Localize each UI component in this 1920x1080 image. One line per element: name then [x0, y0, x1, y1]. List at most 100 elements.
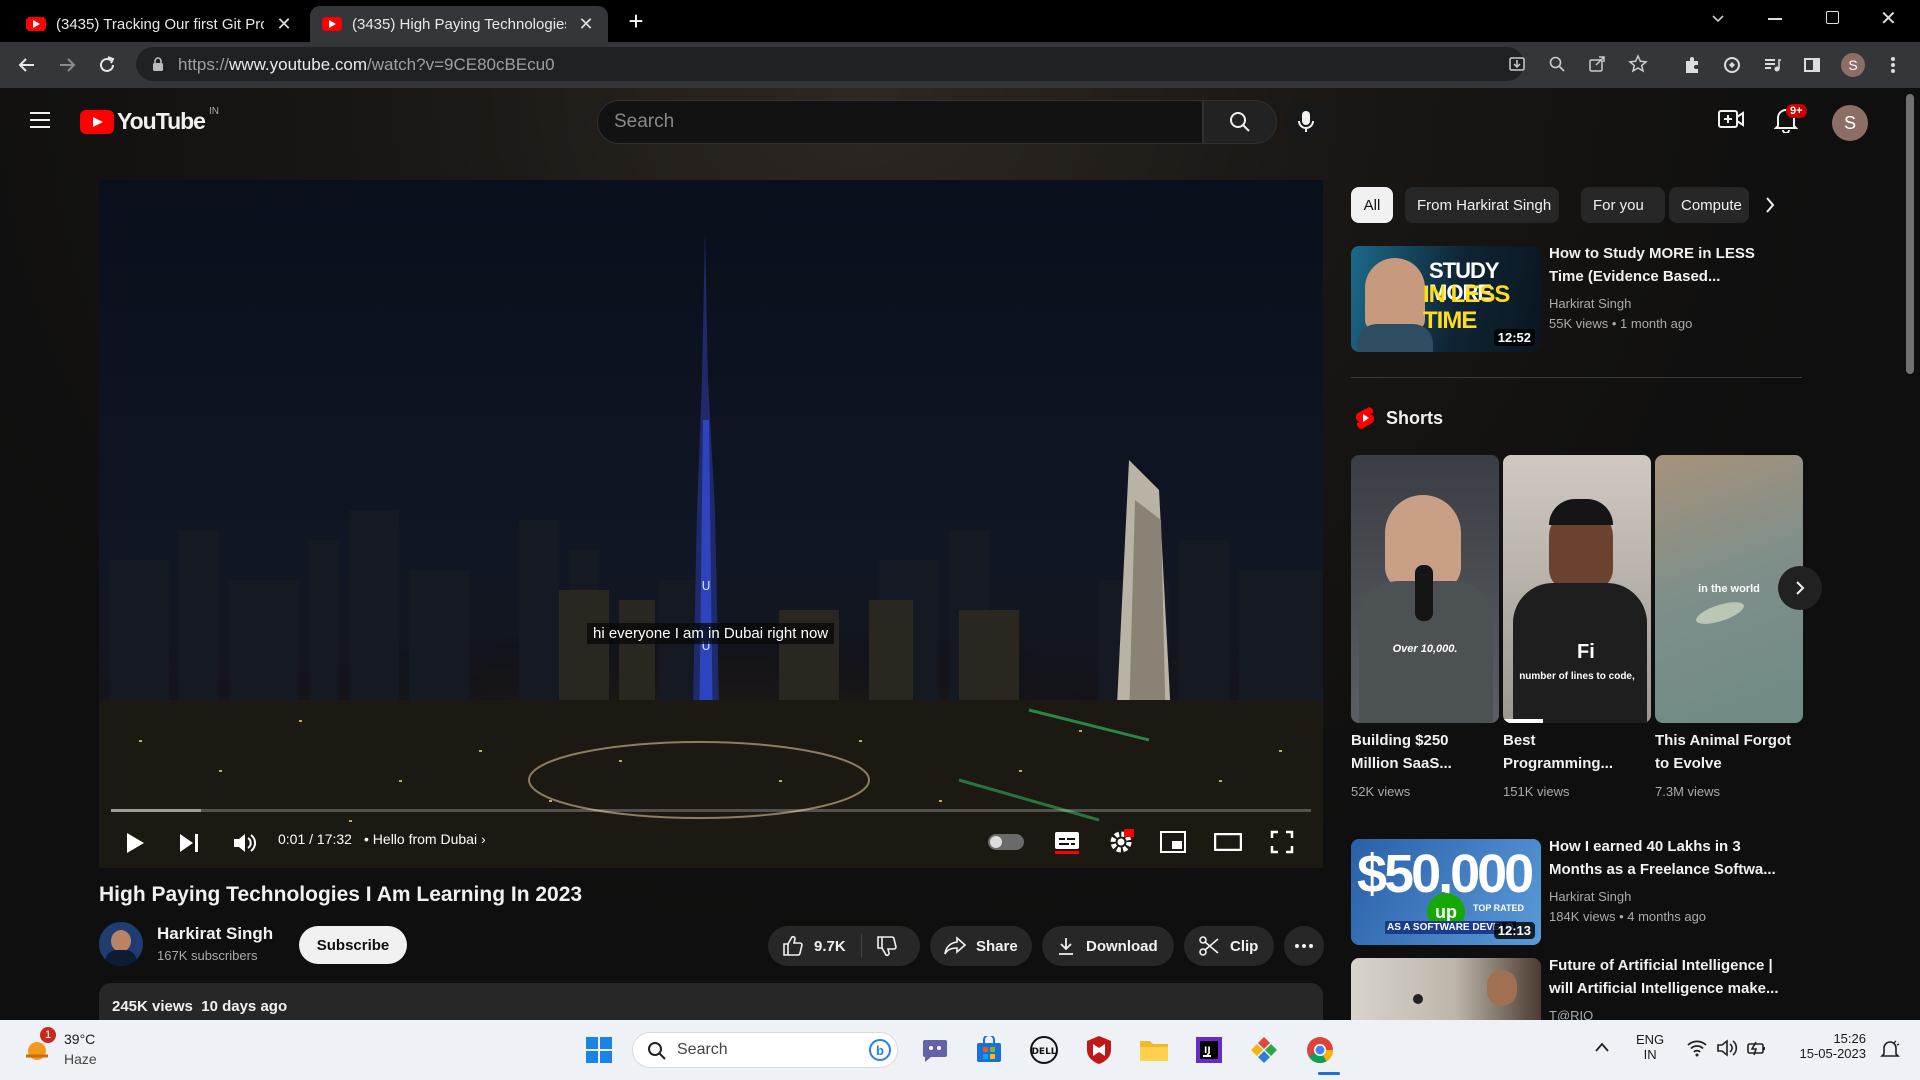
subtitles-icon[interactable] [1054, 829, 1080, 855]
extension-icon[interactable] [1719, 52, 1745, 78]
restore-icon[interactable] [1826, 11, 1839, 24]
dell-icon[interactable]: DELL [1027, 1033, 1061, 1067]
tab-search-icon[interactable] [1710, 10, 1726, 26]
short-title[interactable]: This Animal Forgot to Evolve [1655, 729, 1795, 775]
taskbar-search[interactable]: Search b [632, 1032, 898, 1068]
next-video-icon[interactable] [178, 832, 200, 854]
battery-charging-icon[interactable] [1746, 1039, 1768, 1057]
autoplay-toggle[interactable] [988, 834, 1024, 850]
hamburger-menu-icon[interactable] [28, 110, 52, 130]
chevron-right-icon[interactable] [1764, 195, 1776, 215]
intellij-icon[interactable]: IJ [1192, 1033, 1226, 1067]
tab-tracking-git[interactable]: (3435) Tracking Our first Git Proje ✕ [14, 6, 306, 42]
clock-time: 15:26 [1833, 1031, 1866, 1046]
like-button[interactable]: 9.7K [768, 934, 862, 958]
progress-bar[interactable] [111, 809, 1311, 812]
chip-all[interactable]: All [1351, 187, 1393, 223]
channel-name[interactable]: Harkirat Singh [1549, 294, 1631, 313]
create-video-icon[interactable] [1718, 108, 1744, 130]
theater-mode-icon[interactable] [1214, 833, 1242, 851]
tab-high-paying[interactable]: (3435) High Paying Technologies ✕ [310, 6, 608, 42]
buffered-bar [111, 809, 201, 812]
fullscreen-icon[interactable] [1270, 830, 1294, 854]
address-bar[interactable]: https://www.youtube.com/watch?v=9CE80cBE… [136, 47, 1648, 81]
video-title[interactable]: How to Study MORE in LESS Time (Evidence… [1549, 242, 1779, 288]
input-language[interactable]: ENG IN [1636, 1032, 1664, 1062]
clip-button[interactable]: Clip [1184, 926, 1274, 966]
microsoft-store-icon[interactable] [972, 1033, 1006, 1067]
show-hidden-icons-chevron-up-icon[interactable] [1594, 1041, 1610, 1053]
mcafee-icon[interactable] [1082, 1033, 1116, 1067]
microphone-icon [1298, 111, 1314, 132]
short-title[interactable]: Building $250 Million SaaS... [1351, 729, 1491, 775]
install-app-icon[interactable] [1508, 55, 1526, 73]
weather-temp[interactable]: 39°C [64, 1031, 95, 1047]
lock-icon[interactable] [152, 57, 164, 71]
shorts-next-button[interactable] [1778, 566, 1822, 610]
video-title[interactable]: How I earned 40 Lakhs in 3 Months as a F… [1549, 835, 1779, 881]
thumbnail-future-ai[interactable] [1351, 958, 1541, 1020]
volume-icon[interactable] [232, 832, 258, 854]
taskbar-search-label: Search [677, 1041, 728, 1058]
reload-icon[interactable] [94, 52, 120, 78]
close-window-icon[interactable]: ✕ [1880, 6, 1897, 31]
more-actions-button[interactable] [1284, 926, 1324, 966]
clock[interactable]: 15:26 15-05-2023 [1786, 1031, 1867, 1061]
lang-line1: ENG [1636, 1032, 1665, 1047]
thumbnail-freelance[interactable]: $50,000 up TOP RATED AS A SOFTWARE DEVEL… [1351, 839, 1541, 945]
speaker-icon[interactable] [1716, 1039, 1738, 1057]
youtube-logo[interactable]: YouTube IN [80, 106, 219, 135]
app-diamond-icon[interactable] [1247, 1033, 1281, 1067]
search-button[interactable] [1203, 100, 1277, 144]
back-icon[interactable] [14, 52, 40, 78]
browser-menu-icon[interactable] [1880, 52, 1906, 78]
account-avatar[interactable]: S [1832, 105, 1868, 141]
close-tab-icon[interactable]: ✕ [274, 14, 294, 35]
channel-name[interactable]: Harkirat Singh [157, 924, 273, 944]
thumbnail-study-more[interactable]: STUDY MORE IN LESS TIME 12:52 [1351, 246, 1541, 352]
video-title[interactable]: Future of Artificial Intelligence | will… [1549, 954, 1779, 1000]
notification-center-icon[interactable] [1880, 1040, 1900, 1060]
extensions-puzzle-icon[interactable] [1679, 52, 1705, 78]
profile-avatar[interactable]: S [1841, 53, 1865, 77]
short-thumbnail-1[interactable]: Over 10,000. [1351, 455, 1499, 723]
forward-icon[interactable] [54, 52, 80, 78]
channel-name[interactable]: T@RIQ [1549, 1006, 1593, 1020]
chat-teams-icon[interactable] [918, 1033, 952, 1067]
share-page-icon[interactable] [1588, 55, 1606, 73]
share-button[interactable]: Share [930, 926, 1032, 966]
chip-for-you[interactable]: For you [1581, 187, 1665, 223]
file-explorer-icon[interactable] [1137, 1033, 1171, 1067]
notification-badge: 9+ [1786, 104, 1807, 118]
dislike-button[interactable] [862, 935, 898, 957]
close-tab-icon[interactable]: ✕ [576, 14, 596, 35]
chrome-icon[interactable] [1303, 1033, 1337, 1067]
short-title[interactable]: Best Programming... [1503, 729, 1643, 775]
voice-search-button[interactable] [1284, 100, 1328, 144]
start-windows-icon[interactable] [582, 1033, 616, 1067]
wifi-icon[interactable] [1686, 1039, 1708, 1057]
page-scrollbar[interactable] [1906, 94, 1914, 374]
channel-name[interactable]: Harkirat Singh [1549, 887, 1631, 906]
bookmark-star-icon[interactable] [1628, 54, 1648, 74]
settings-gear-icon[interactable] [1108, 829, 1134, 855]
new-tab-button[interactable]: + [622, 6, 650, 36]
chip-computer[interactable]: Compute [1669, 187, 1749, 223]
channel-avatar[interactable] [99, 922, 143, 966]
bing-icon[interactable]: b [869, 1039, 891, 1061]
miniplayer-icon[interactable] [1160, 831, 1186, 853]
chapter-button[interactable]: • Hello from Dubai › [364, 831, 486, 847]
search-input[interactable] [598, 101, 1202, 143]
download-button[interactable]: Download [1042, 926, 1174, 966]
zoom-icon[interactable] [1548, 55, 1566, 73]
play-icon[interactable] [124, 831, 146, 855]
minimize-icon[interactable] [1768, 18, 1782, 20]
weather-badge: 1 [40, 1027, 56, 1043]
media-control-icon[interactable] [1759, 52, 1785, 78]
tab-title: (3435) Tracking Our first Git Proje [56, 15, 264, 33]
video-player[interactable]: U U [99, 180, 1323, 868]
short-thumbnail-2[interactable]: Fi number of lines to code, [1503, 455, 1651, 723]
side-panel-icon[interactable] [1799, 52, 1825, 78]
chip-from-harkirat[interactable]: From Harkirat Singh [1405, 187, 1559, 223]
subscribe-button[interactable]: Subscribe [299, 926, 407, 964]
